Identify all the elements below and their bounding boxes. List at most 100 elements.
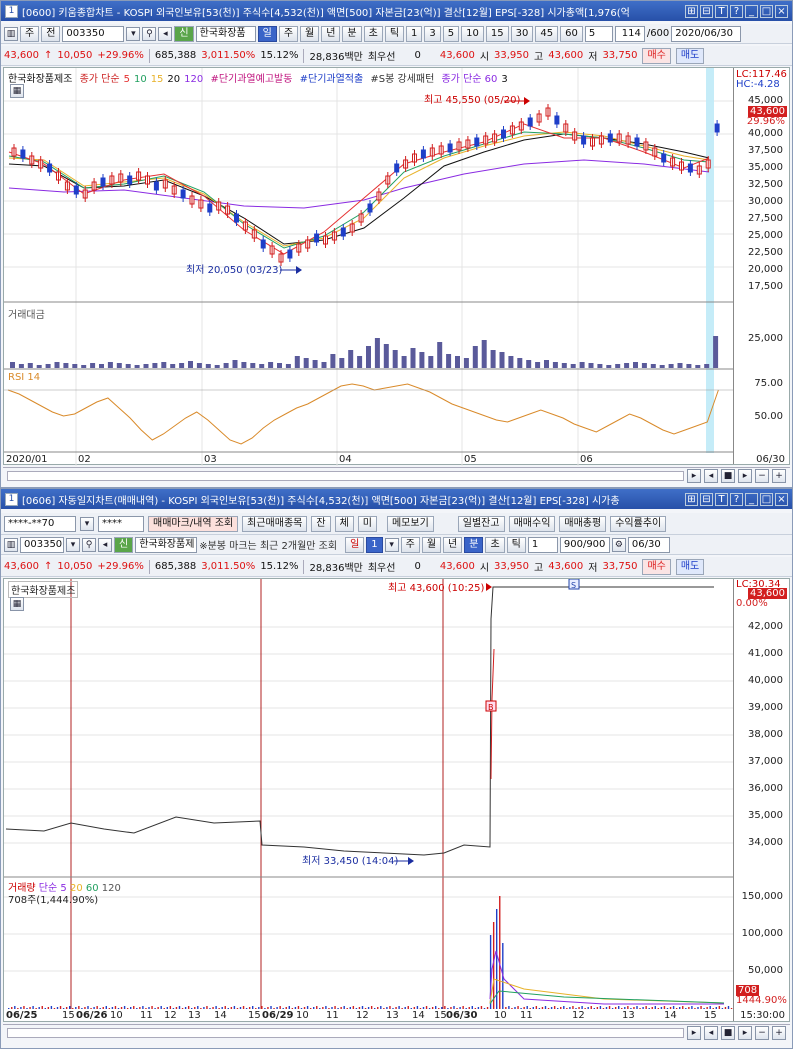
- chart-type-icon[interactable]: ▥: [4, 537, 18, 552]
- jan-button[interactable]: 잔: [311, 515, 331, 532]
- horizontal-scrollbar[interactable]: [7, 470, 684, 481]
- jeon-select[interactable]: 전: [41, 25, 61, 42]
- speaker-icon[interactable]: ◂: [158, 26, 173, 41]
- n-input-2[interactable]: 1: [527, 536, 558, 553]
- trade-summary-button[interactable]: 매매총평: [559, 515, 607, 532]
- help-icon[interactable]: ?: [730, 4, 743, 18]
- min-30[interactable]: 30: [510, 25, 534, 42]
- dropdown-icon[interactable]: ▾: [80, 516, 94, 531]
- volume-bar: [169, 1006, 172, 1009]
- maximize-icon[interactable]: □: [760, 492, 773, 506]
- period-tick-2[interactable]: 틱: [506, 536, 526, 553]
- xtick: 02: [78, 454, 91, 465]
- minimize-icon[interactable]: _: [745, 4, 758, 18]
- account-input[interactable]: ****-**70: [4, 515, 76, 532]
- zoom-in-icon[interactable]: +: [772, 1025, 786, 1040]
- pin-icon[interactable]: T: [715, 492, 728, 506]
- buy-button[interactable]: 매수: [642, 47, 671, 64]
- period-year-2[interactable]: 년: [443, 536, 463, 553]
- period-day[interactable]: 일: [257, 25, 277, 42]
- period-year[interactable]: 년: [321, 25, 341, 42]
- period-week-2[interactable]: 주: [400, 536, 420, 553]
- maximize-icon[interactable]: □: [760, 4, 773, 18]
- stock-code-input[interactable]: 003350: [62, 25, 125, 42]
- close-icon[interactable]: ×: [775, 4, 788, 18]
- search-icon[interactable]: ⚲: [142, 26, 157, 41]
- date-input[interactable]: 2020/06/30: [671, 25, 742, 42]
- mi-button[interactable]: 미: [357, 515, 377, 532]
- prev-icon[interactable]: ◂: [704, 468, 718, 483]
- recent-stocks-button[interactable]: 최근매매종목: [242, 515, 308, 532]
- play-icon[interactable]: ▸: [687, 468, 701, 483]
- volume-bar: [669, 1007, 672, 1009]
- period-month[interactable]: 월: [300, 25, 320, 42]
- price-chart-panel[interactable]: 최고 45,550 (05/20) 최저 20,050 (03/23) 한국화장…: [3, 67, 790, 466]
- period-minute-2[interactable]: 분: [464, 536, 484, 553]
- min-3[interactable]: 3: [424, 25, 441, 42]
- pin-icon[interactable]: T: [715, 4, 728, 18]
- volume-bar: [499, 352, 505, 368]
- sell-button[interactable]: 매도: [675, 558, 705, 575]
- min-15[interactable]: 15: [485, 25, 509, 42]
- n-input[interactable]: 5: [584, 25, 613, 42]
- buy-button[interactable]: 매수: [642, 558, 671, 575]
- trade-profit-button[interactable]: 매매수익: [508, 515, 556, 532]
- panel-menu-icon[interactable]: ▦: [10, 597, 24, 611]
- next-icon[interactable]: ▸: [738, 1025, 752, 1040]
- count-input[interactable]: 114: [614, 25, 645, 42]
- search-icon[interactable]: ⚲: [82, 537, 96, 552]
- play-icon[interactable]: ▸: [687, 1025, 701, 1040]
- prev-icon[interactable]: ◂: [704, 1025, 718, 1040]
- date-input-2[interactable]: 06/30: [627, 536, 670, 553]
- volume-bar: [75, 1007, 77, 1009]
- stop-icon[interactable]: ■: [721, 1025, 735, 1040]
- sell-button[interactable]: 매도: [675, 47, 705, 64]
- min-45[interactable]: 45: [535, 25, 559, 42]
- min-1[interactable]: 1: [406, 25, 423, 42]
- settings-icon[interactable]: ⚙: [611, 537, 626, 552]
- volume-bar: [490, 350, 496, 368]
- horizontal-scrollbar-2[interactable]: [7, 1027, 684, 1038]
- daily-balance-button[interactable]: 일별잔고: [457, 515, 505, 532]
- password-input[interactable]: ****: [98, 515, 144, 532]
- period-second[interactable]: 초: [363, 25, 383, 42]
- link-icon[interactable]: ⊞: [685, 4, 698, 18]
- che-button[interactable]: 체: [334, 515, 354, 532]
- volume-bar: [56, 1007, 59, 1009]
- link-icon[interactable]: ⊞: [685, 492, 698, 506]
- stop-icon[interactable]: ■: [721, 468, 735, 483]
- stock-code-input-2[interactable]: 003350: [20, 536, 64, 553]
- help-icon[interactable]: ?: [730, 492, 743, 506]
- period-month-2[interactable]: 월: [421, 536, 442, 553]
- min-10[interactable]: 10: [461, 25, 484, 42]
- minimize-icon[interactable]: _: [745, 492, 758, 506]
- dropdown-icon[interactable]: ▾: [384, 537, 399, 552]
- period-day-2[interactable]: 일: [345, 536, 365, 553]
- ju-select[interactable]: 주: [20, 25, 40, 42]
- minute-chart-panel[interactable]: 최고 43,600 (10:25) 최저 33,450 (14:04) B S …: [3, 578, 790, 1022]
- dropdown-icon[interactable]: ▾: [66, 537, 80, 552]
- xtick: 11: [140, 1010, 153, 1021]
- min-60[interactable]: 60: [560, 25, 583, 42]
- zoom-out-icon[interactable]: −: [755, 468, 769, 483]
- trade-mark-button[interactable]: 매매마크/내역 조회: [148, 515, 239, 532]
- layout-icon[interactable]: ⊟: [700, 492, 713, 506]
- zoom-out-icon[interactable]: −: [755, 1025, 769, 1040]
- period-minute[interactable]: 분: [342, 25, 362, 42]
- period-tick[interactable]: 틱: [384, 25, 405, 42]
- chart-type-icon[interactable]: ▥: [4, 26, 18, 41]
- speaker-icon[interactable]: ◂: [98, 537, 112, 552]
- panel-menu-icon[interactable]: ▦: [10, 84, 24, 98]
- memo-button[interactable]: 메모보기: [386, 515, 434, 532]
- period-n-2[interactable]: 1: [366, 536, 383, 553]
- next-icon[interactable]: ▸: [738, 468, 752, 483]
- dropdown-icon[interactable]: ▾: [126, 26, 141, 41]
- layout-icon[interactable]: ⊟: [700, 4, 713, 18]
- zoom-in-icon[interactable]: +: [772, 468, 786, 483]
- count-input-2[interactable]: 900/900: [559, 536, 610, 553]
- period-week[interactable]: 주: [278, 25, 299, 42]
- close-icon[interactable]: ×: [775, 492, 788, 506]
- period-second-2[interactable]: 초: [485, 536, 505, 553]
- return-trend-button[interactable]: 수익률추이: [610, 515, 667, 532]
- min-5[interactable]: 5: [442, 25, 460, 42]
